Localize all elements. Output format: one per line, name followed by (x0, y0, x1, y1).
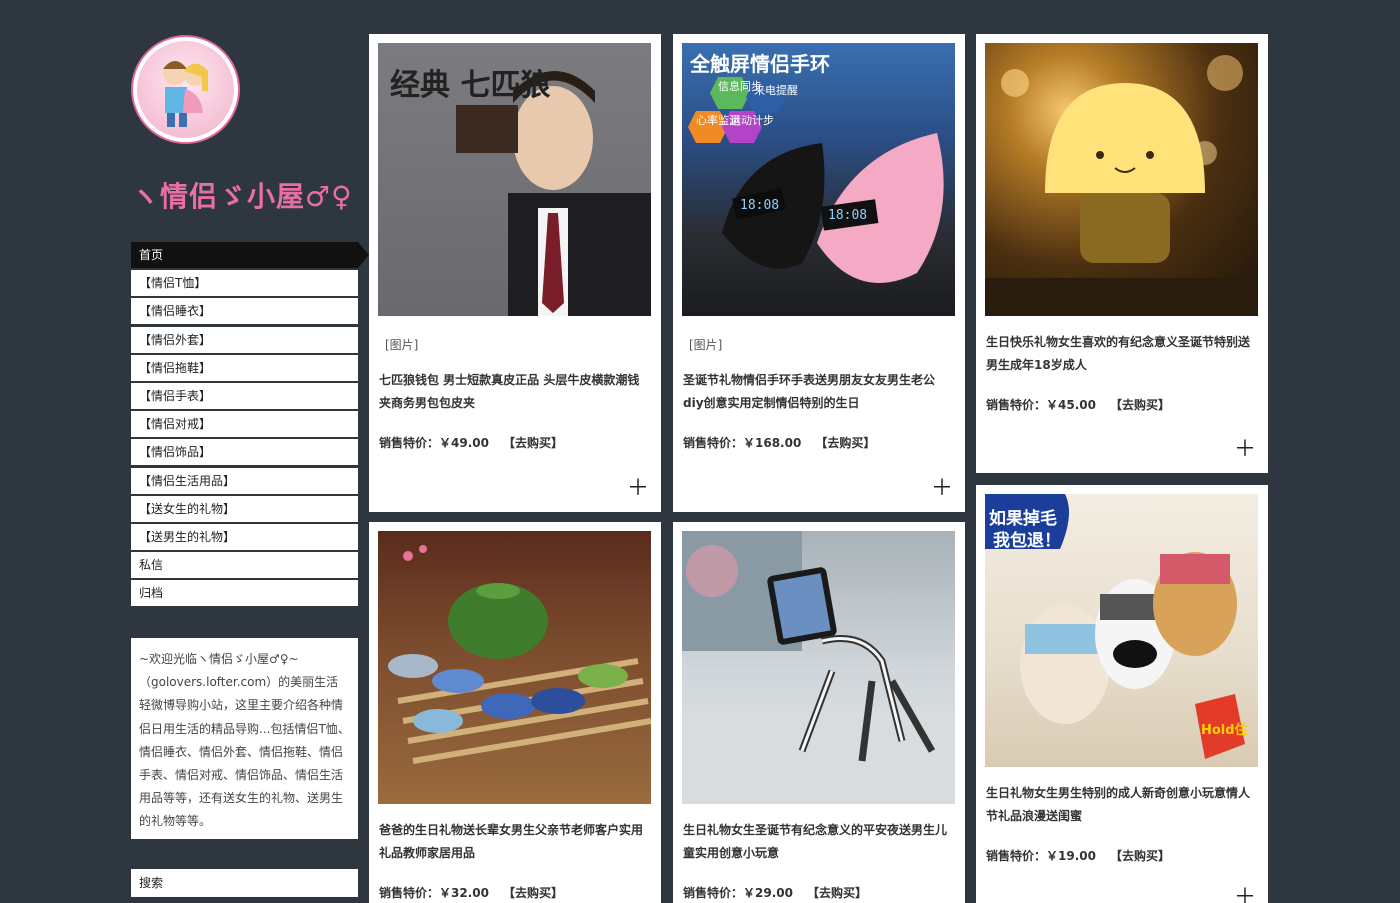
search-link[interactable]: 搜索 (131, 869, 358, 897)
buy-link[interactable]: 【去购买】 (815, 436, 875, 450)
nav-item-archive[interactable]: 归档 (131, 580, 358, 607)
product-card: 爸爸的生日礼物送长辈女男生父亲节老师客户实用礼品教师家居用品 销售特价：￥32.… (369, 522, 661, 903)
product-price-line: 销售特价：￥19.00 【去购买】 (986, 847, 1170, 864)
svg-text:18:08: 18:08 (828, 208, 867, 223)
svg-text:18:08: 18:08 (740, 198, 779, 213)
product-card: 全触屏情侣手环 信息同步 来电提醒 心率监测 运动计步 18:08 18:08 … (673, 34, 965, 512)
product-image[interactable] (985, 43, 1258, 316)
product-price: 销售特价：￥32.00 (379, 886, 489, 900)
plus-icon[interactable]: ＋ (627, 478, 649, 500)
product-image[interactable]: 如果掉毛 我包退！ Hold住 (985, 494, 1258, 767)
product-price-line: 销售特价：￥168.00 【去购买】 (683, 434, 875, 451)
nav-item-messages[interactable]: 私信 (131, 552, 358, 579)
nav-item-gifts-for-her[interactable]: 【送女生的礼物】 (131, 495, 358, 522)
image-caption: 如果掉毛 (989, 508, 1057, 529)
plus-icon[interactable]: ＋ (1234, 439, 1256, 461)
product-image[interactable] (682, 531, 955, 804)
product-card: 生日快乐礼物女生喜欢的有纪念意义圣诞节特别送男生成年18岁成人 销售特价：￥45… (976, 34, 1268, 473)
buy-link[interactable]: 【去购买】 (503, 886, 563, 900)
product-price: 销售特价：￥49.00 (379, 436, 489, 450)
svg-text:我包退！: 我包退！ (993, 530, 1061, 551)
product-description[interactable]: 圣诞节礼物情侣手环手表送男朋友女友男生老公diy创意实用定制情侣特别的生日 (683, 369, 955, 415)
avatar[interactable] (131, 35, 240, 144)
product-price-line: 销售特价：￥45.00 【去购买】 (986, 396, 1170, 413)
nav-item-couple-jacket[interactable]: 【情侣外套】 (131, 326, 358, 353)
image-caption: 经典 七匹狼 (390, 68, 550, 103)
product-card: 生日礼物女生圣诞节有纪念意义的平安夜送男生儿童实用创意小玩意 销售特价：￥29.… (673, 522, 965, 903)
product-description[interactable]: 七匹狼钱包 男士短款真皮正品 头层牛皮横款潮钱夹商务男包包皮夹 (379, 369, 651, 415)
nav-item-home[interactable]: 首页 (131, 242, 369, 268)
product-description[interactable]: 生日快乐礼物女生喜欢的有纪念意义圣诞节特别送男生成年18岁成人 (986, 331, 1258, 377)
buy-link[interactable]: 【去购买】 (1110, 849, 1170, 863)
couple-avatar-image (137, 41, 234, 138)
nav-item-couple-rings[interactable]: 【情侣对戒】 (131, 411, 358, 438)
nav-item-couple-slippers[interactable]: 【情侣拖鞋】 (131, 354, 358, 381)
site-title[interactable]: ヽ情侣ゞ小屋♂♀ (131, 175, 358, 215)
product-tag: [图片] (689, 338, 723, 352)
site-intro: ~欢迎光临ヽ情侣ゞ小屋♂♀~（golovers.lofter.com）的美丽生活… (131, 638, 358, 839)
product-price-line: 销售特价：￥29.00 【去购买】 (683, 884, 867, 901)
buy-link[interactable]: 【去购买】 (503, 436, 563, 450)
nav-item-couple-jewelry[interactable]: 【情侣饰品】 (131, 439, 358, 466)
product-card: 如果掉毛 我包退！ Hold住 生日礼物女生男生特别的成人新奇创意小玩意情人节礼… (976, 485, 1268, 903)
product-image[interactable] (378, 531, 651, 804)
badge-label: 来电提醒 (754, 84, 798, 97)
product-card: 经典 七匹狼 [图片] 七匹狼钱包 男士短款真皮正品 头层牛皮横款潮钱夹商务男包… (369, 34, 661, 512)
product-price-line: 销售特价：￥32.00 【去购买】 (379, 884, 563, 901)
product-description[interactable]: 生日礼物女生圣诞节有纪念意义的平安夜送男生儿童实用创意小玩意 (683, 819, 955, 865)
product-image[interactable]: 全触屏情侣手环 信息同步 来电提醒 心率监测 运动计步 18:08 18:08 (682, 43, 955, 316)
plus-icon[interactable]: ＋ (931, 478, 953, 500)
product-price: 销售特价：￥168.00 (683, 436, 802, 450)
nav-item-couple-pajamas[interactable]: 【情侣睡衣】 (131, 298, 358, 325)
product-image[interactable]: 经典 七匹狼 (378, 43, 651, 316)
product-price: 销售特价：￥45.00 (986, 398, 1096, 412)
image-caption: 全触屏情侣手环 (689, 52, 830, 76)
nav-item-couple-watch[interactable]: 【情侣手表】 (131, 382, 358, 409)
badge-label: 运动计步 (730, 114, 774, 127)
buy-link[interactable]: 【去购买】 (807, 886, 867, 900)
nav-item-couple-daily[interactable]: 【情侣生活用品】 (131, 467, 358, 494)
nav-item-gifts-for-him[interactable]: 【送男生的礼物】 (131, 523, 358, 550)
plus-icon[interactable]: ＋ (1234, 887, 1256, 903)
product-tag: [图片] (385, 338, 419, 352)
product-price-line: 销售特价：￥49.00 【去购买】 (379, 434, 563, 451)
product-price: 销售特价：￥29.00 (683, 886, 793, 900)
buy-link[interactable]: 【去购买】 (1110, 398, 1170, 412)
nav-item-couple-tshirt[interactable]: 【情侣T恤】 (131, 270, 358, 297)
product-description[interactable]: 爸爸的生日礼物送长辈女男生父亲节老师客户实用礼品教师家居用品 (379, 819, 651, 865)
product-price: 销售特价：￥19.00 (986, 849, 1096, 863)
svg-text:Hold住: Hold住 (1201, 722, 1248, 738)
sidebar-nav: 首页 【情侣T恤】 【情侣睡衣】 【情侣外套】 【情侣拖鞋】 【情侣手表】 【情… (131, 242, 369, 608)
product-description[interactable]: 生日礼物女生男生特别的成人新奇创意小玩意情人节礼品浪漫送闺蜜 (986, 782, 1258, 828)
